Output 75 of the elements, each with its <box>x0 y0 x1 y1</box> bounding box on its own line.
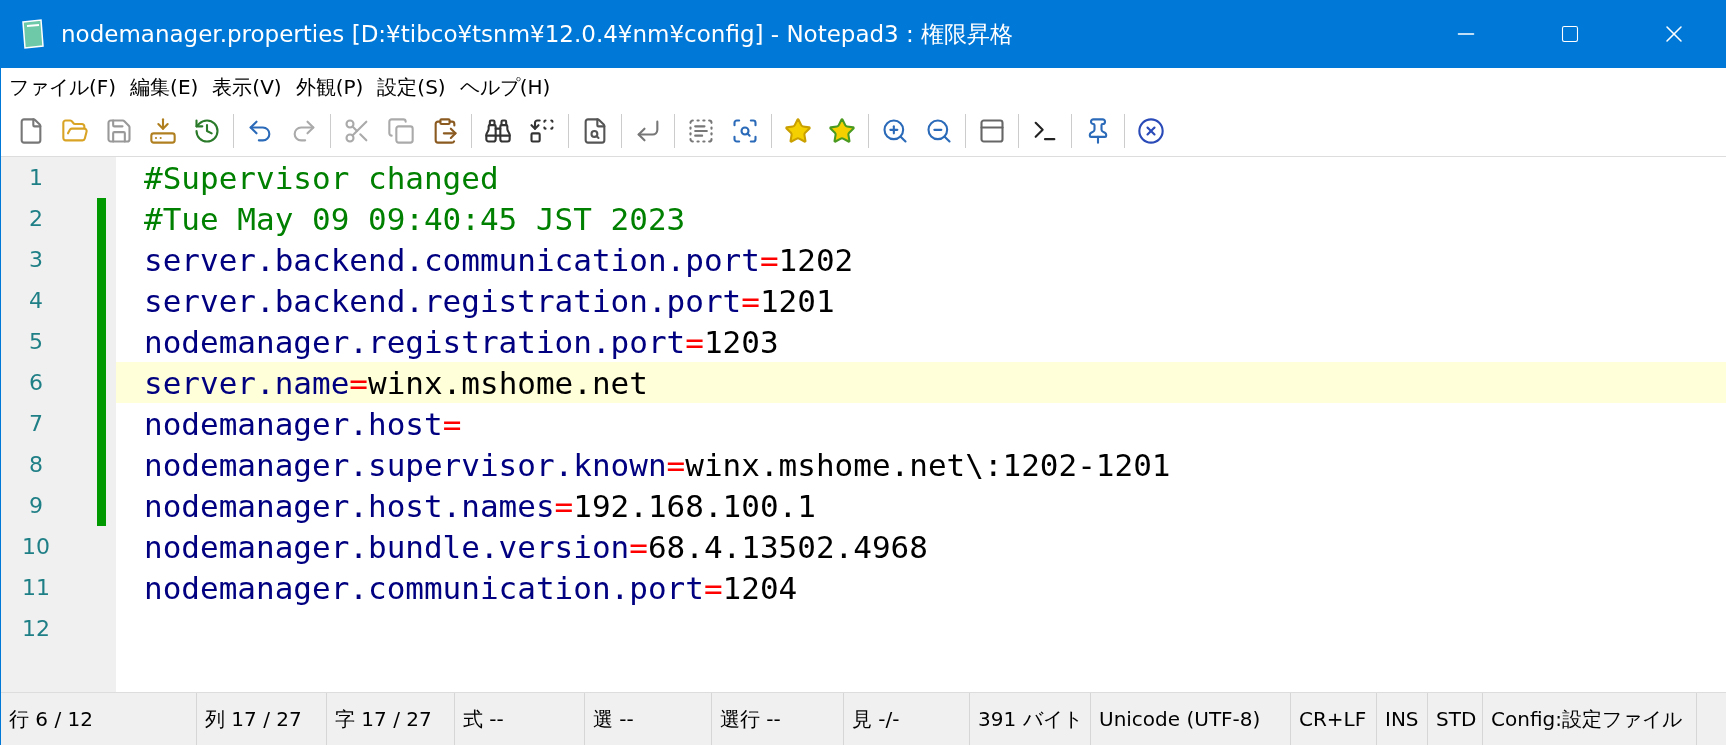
line-number: 1 <box>28 165 44 190</box>
line-number: 2 <box>28 206 44 231</box>
line-number: 8 <box>28 452 44 477</box>
status-field: INS <box>1377 693 1428 745</box>
line-number: 5 <box>28 329 44 354</box>
status-field: Unicode (UTF-8) <box>1091 693 1291 745</box>
menu-item[interactable]: ヘルプ(H) <box>457 73 553 101</box>
menu-item[interactable]: 編集(E) <box>128 73 201 101</box>
comment-text: #Tue May 09 09:40:45 JST 2023 <box>144 200 686 237</box>
copy-icon[interactable] <box>387 117 415 145</box>
equals-sign: = <box>685 323 704 360</box>
menu-item[interactable]: 外観(P) <box>293 73 366 101</box>
property-key: nodemanager.host.names <box>144 487 555 524</box>
menu-item[interactable]: ファイル(F) <box>7 73 119 101</box>
close-icon[interactable] <box>1137 117 1165 145</box>
line-number: 10 <box>21 534 51 559</box>
property-value: winx.mshome.net\:1202-1201 <box>685 446 1171 483</box>
property-value: 68.4.13502.4968 <box>647 528 928 565</box>
property-value: 1202 <box>778 241 854 278</box>
line-number: 11 <box>21 575 51 600</box>
property-key: nodemanager.host <box>144 405 443 442</box>
status-field: STD <box>1428 693 1483 745</box>
history-icon[interactable] <box>193 117 221 145</box>
equals-sign: = <box>554 487 574 524</box>
property-key: server.backend.communication.port <box>144 241 760 278</box>
status-field: 行 6 / 12 <box>1 693 197 745</box>
zoom-out-icon[interactable] <box>925 117 953 145</box>
property-key: server.backend.registration.port <box>144 282 742 319</box>
scan-search-icon[interactable] <box>731 117 759 145</box>
line-number: 7 <box>28 411 44 436</box>
menu-item[interactable]: 表示(V) <box>210 73 284 101</box>
equals-sign: = <box>629 528 648 565</box>
app-icon <box>19 18 47 50</box>
window-title: nodemanager.properties [D:¥tibco¥tsnm¥12.0.4¥nm¥config] - Notepad3 : 権限昇格 <box>61 19 1015 49</box>
line-number: 9 <box>28 493 44 518</box>
property-key: nodemanager.communication.port <box>144 569 704 606</box>
property-value: winx.mshome.net <box>368 364 648 401</box>
status-field: 見 -/- <box>844 693 970 745</box>
zoom-in-icon[interactable] <box>881 117 909 145</box>
equals-sign: = <box>349 364 368 401</box>
status-field: 選行 -- <box>712 693 844 745</box>
line-number: 6 <box>28 370 44 395</box>
line-number: 12 <box>21 616 51 641</box>
line-number: 4 <box>28 288 44 313</box>
equals-sign: = <box>759 241 779 278</box>
status-field: 式 -- <box>455 693 585 745</box>
status-field: 選 -- <box>585 693 712 745</box>
text-select-icon[interactable] <box>687 117 715 145</box>
maximize-icon[interactable] <box>1560 24 1580 44</box>
line-number: 3 <box>28 247 44 272</box>
search-icon[interactable] <box>484 117 512 145</box>
property-key: nodemanager.registration.port <box>144 323 686 360</box>
property-key: server.name <box>144 364 350 401</box>
property-value: 1201 <box>759 282 835 319</box>
property-value: 1203 <box>703 323 779 360</box>
equals-sign: = <box>666 446 686 483</box>
status-field: 391 バイト <box>970 693 1091 745</box>
status-field: Config:設定ファイル <box>1483 693 1697 745</box>
star-icon[interactable] <box>784 117 812 145</box>
property-value: 192.168.100.1 <box>573 487 816 524</box>
star-icon[interactable] <box>828 117 856 145</box>
save-icon[interactable] <box>105 117 133 145</box>
status-field: 列 17 / 27 <box>197 693 327 745</box>
equals-sign: = <box>741 282 760 319</box>
property-key: nodemanager.supervisor.known <box>144 446 667 483</box>
panel-icon[interactable] <box>978 117 1006 145</box>
comment-text: #Supervisor changed <box>144 159 499 196</box>
replace-icon[interactable] <box>528 117 556 145</box>
property-key: nodemanager.bundle.version <box>144 528 630 565</box>
status-field: 字 17 / 27 <box>327 693 455 745</box>
equals-sign: = <box>442 405 462 442</box>
status-field: CR+LF <box>1291 693 1377 745</box>
equals-sign: = <box>703 569 723 606</box>
property-value: 1204 <box>722 569 798 606</box>
menu-item[interactable]: 設定(S) <box>375 73 448 101</box>
